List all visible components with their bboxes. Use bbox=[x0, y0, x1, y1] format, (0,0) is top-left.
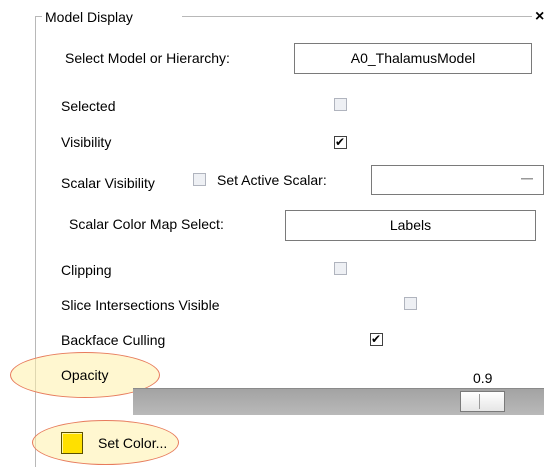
set-color-button[interactable]: Set Color... bbox=[98, 434, 167, 452]
scalar-visibility-checkbox[interactable] bbox=[193, 173, 206, 186]
backface-culling-label: Backface Culling bbox=[61, 332, 166, 348]
active-scalar-label: Set Active Scalar: bbox=[217, 172, 327, 188]
color-swatch[interactable] bbox=[61, 432, 83, 454]
color-map-label: Scalar Color Map Select: bbox=[69, 216, 224, 232]
slice-intersections-label: Slice Intersections Visible bbox=[61, 297, 220, 313]
opacity-value: 0.9 bbox=[473, 370, 493, 386]
slider-grip bbox=[479, 394, 480, 409]
panel-title: Model Display bbox=[45, 9, 133, 25]
panel-border-left bbox=[35, 16, 36, 467]
model-select-label: Select Model or Hierarchy: bbox=[65, 50, 230, 66]
backface-culling-checkbox[interactable] bbox=[370, 331, 383, 347]
close-icon[interactable]: × bbox=[535, 8, 544, 26]
panel-border-top bbox=[35, 16, 42, 17]
opacity-slider-handle[interactable] bbox=[460, 391, 505, 412]
visibility-label: Visibility bbox=[61, 134, 112, 150]
model-select-field[interactable]: A0_ThalamusModel bbox=[294, 43, 532, 74]
visibility-checkbox[interactable] bbox=[334, 134, 347, 150]
dropdown-arrow-icon bbox=[521, 178, 533, 180]
scalar-visibility-label: Scalar Visibility bbox=[61, 175, 155, 191]
clipping-checkbox[interactable] bbox=[334, 262, 347, 275]
selected-checkbox[interactable] bbox=[334, 98, 347, 111]
opacity-label: Opacity bbox=[61, 367, 109, 383]
selected-label: Selected bbox=[61, 98, 116, 114]
panel-border-top bbox=[182, 16, 532, 17]
clipping-label: Clipping bbox=[61, 262, 112, 278]
slice-intersections-checkbox[interactable] bbox=[404, 297, 417, 310]
color-map-select[interactable]: Labels bbox=[285, 210, 536, 241]
active-scalar-dropdown[interactable] bbox=[371, 165, 544, 195]
